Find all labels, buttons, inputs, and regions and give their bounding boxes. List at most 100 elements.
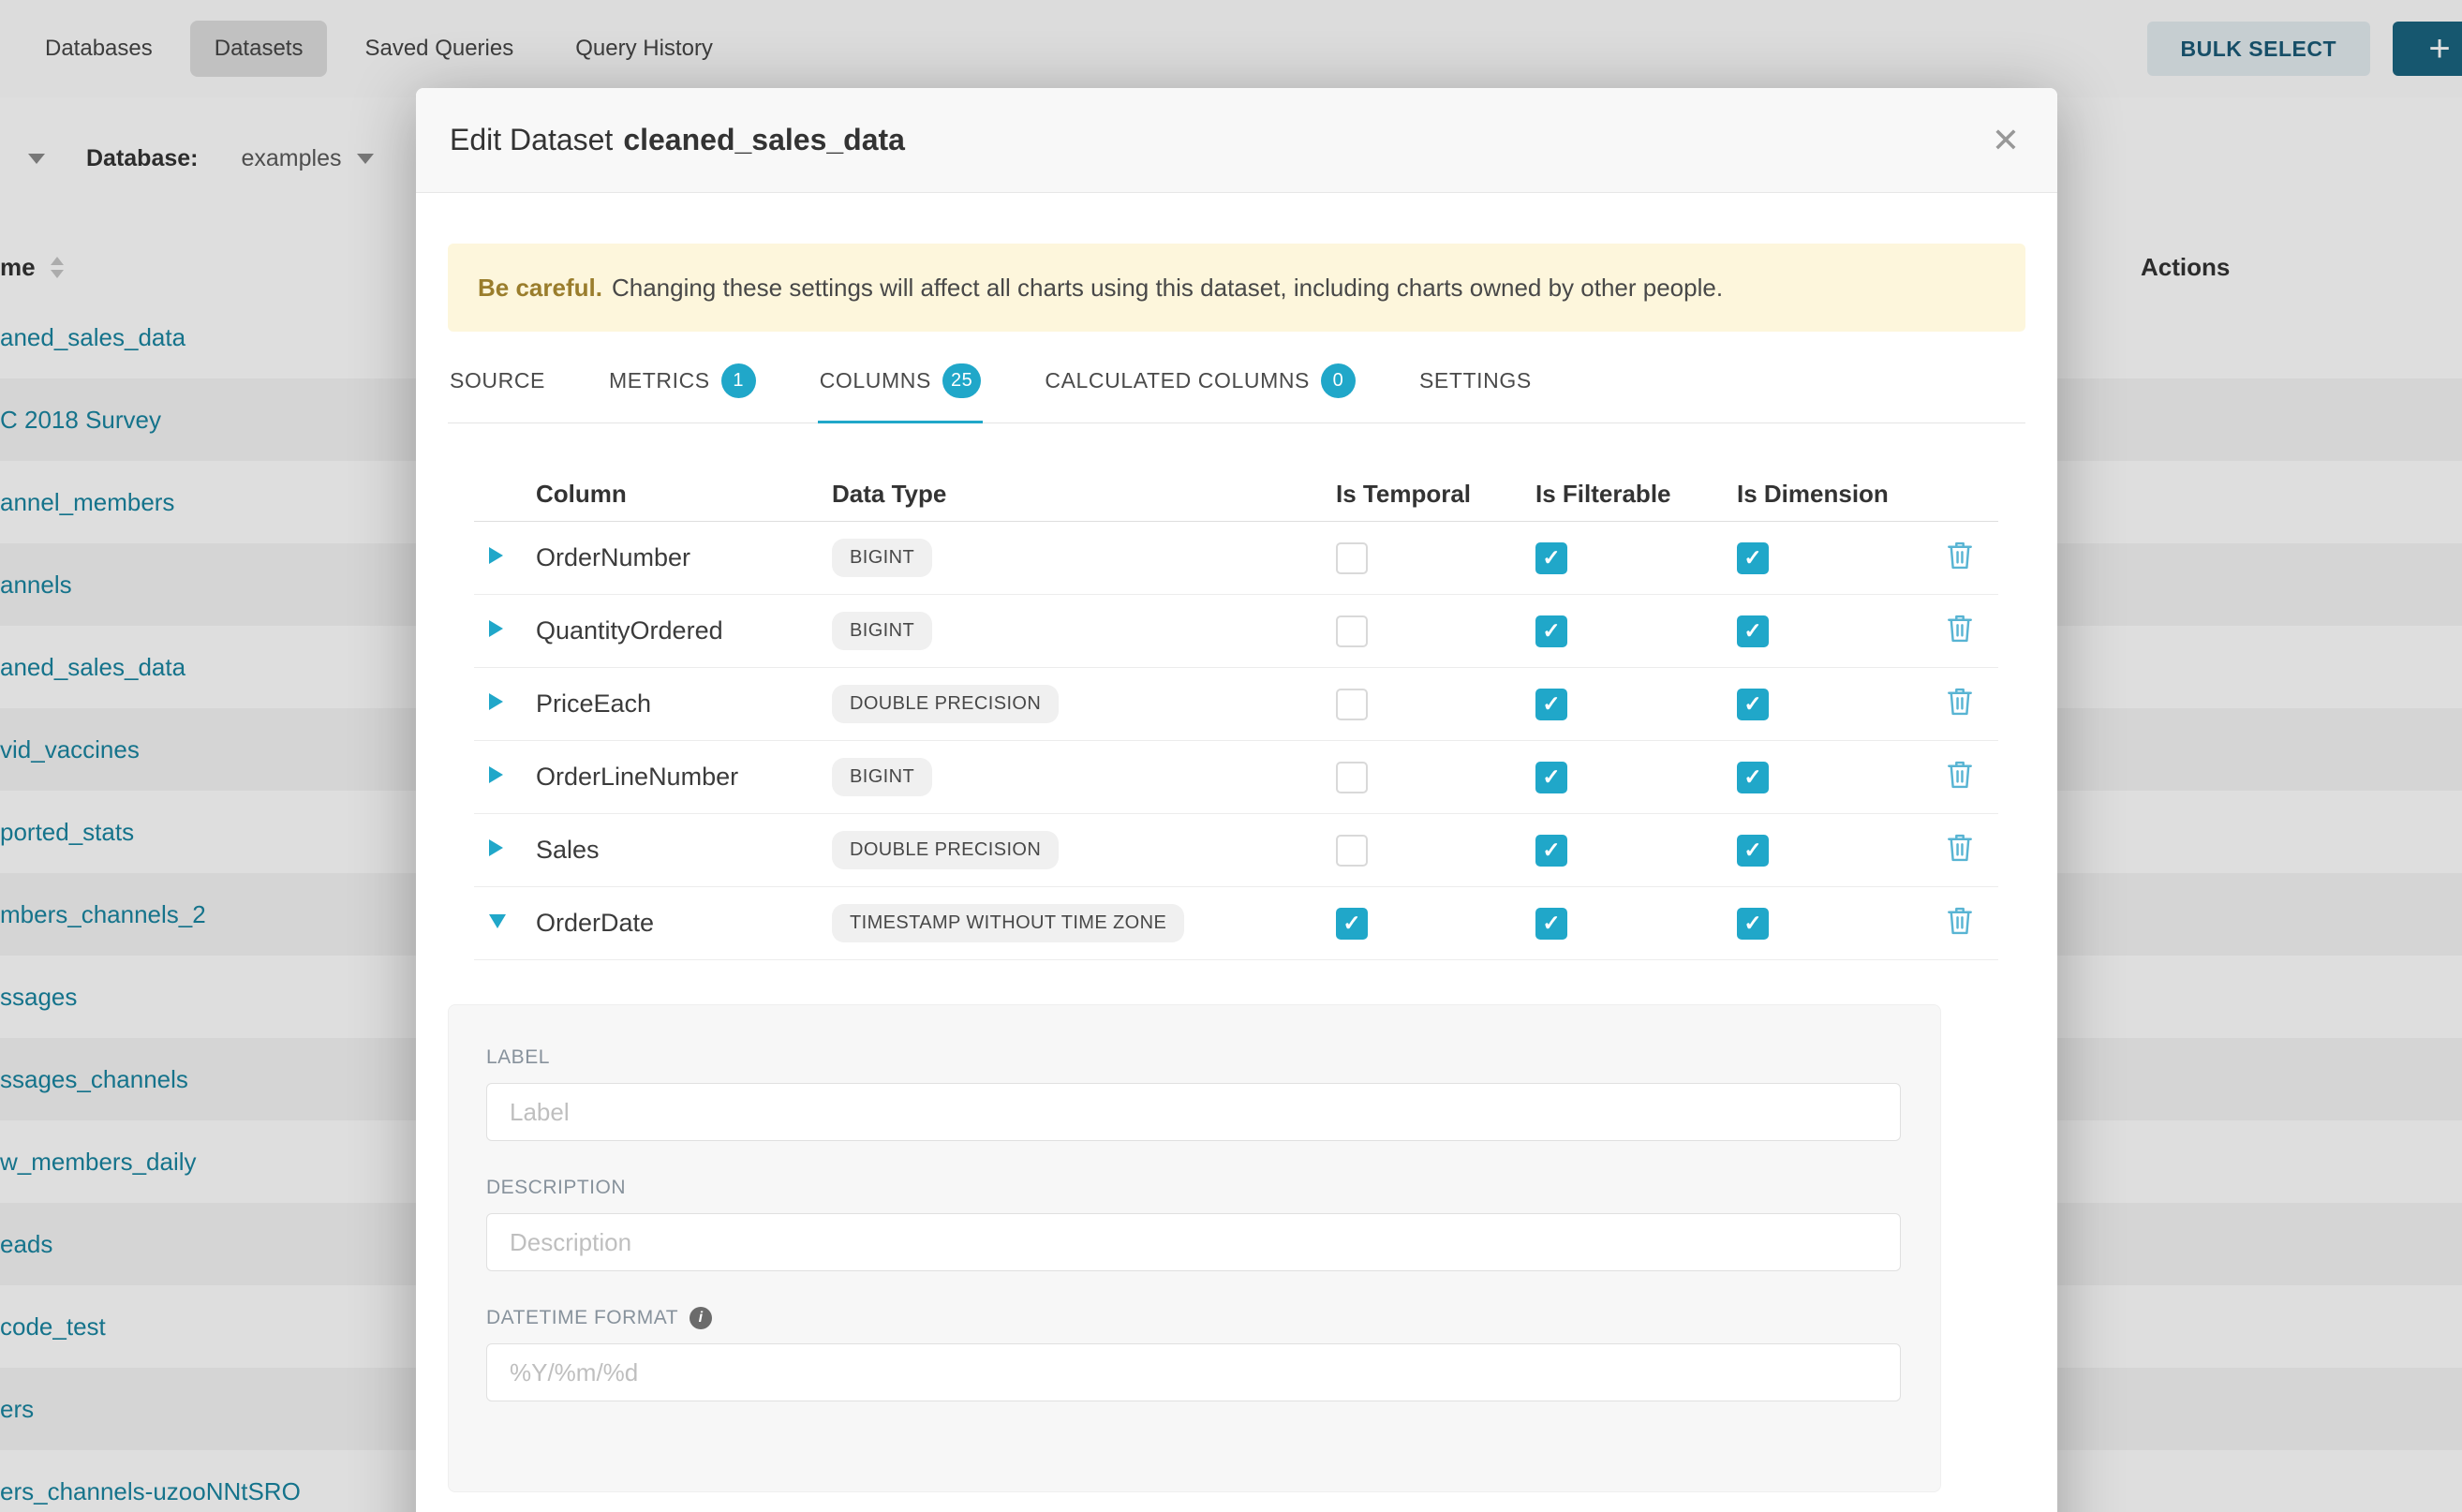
datetime-format-field: DATETIME FORMAT i [486,1307,1901,1401]
tab-calculated-columns[interactable]: CALCULATED COLUMNS 0 [1043,358,1357,423]
is-filterable-checkbox[interactable]: ✓ [1535,835,1567,867]
label-input[interactable] [486,1083,1901,1141]
check-icon: ✓ [1743,839,1761,861]
is-filterable-checkbox[interactable]: ✓ [1535,542,1567,574]
description-field-label: DESCRIPTION [486,1177,1901,1199]
column-row: OrderNumber BIGINT ✓ ✓ ✓ [474,522,1998,595]
modal-body: Be careful. Changing these settings will… [416,244,2057,1492]
delete-column-button[interactable] [1946,906,1974,936]
check-icon: ✓ [1542,912,1560,934]
metrics-count-badge: 1 [721,363,756,398]
expand-caret-icon[interactable] [489,766,503,783]
is-temporal-checkbox[interactable]: ✓ [1336,615,1368,647]
is-dimension-checkbox[interactable]: ✓ [1737,689,1769,720]
is-dimension-checkbox[interactable]: ✓ [1737,908,1769,940]
column-name: OrderDate [536,909,832,938]
modal-header: Edit Dataset cleaned_sales_data ✕ [416,88,2057,193]
column-row: Sales DOUBLE PRECISION ✓ ✓ ✓ [474,814,1998,887]
close-icon[interactable]: ✕ [1992,124,2020,157]
modal-title-dataset-name: cleaned_sales_data [623,123,905,156]
tab-columns[interactable]: COLUMNS 25 [818,358,984,423]
modal-title: Edit Dataset cleaned_sales_data [450,123,905,157]
expand-caret-icon[interactable] [489,547,503,564]
check-icon: ✓ [1743,547,1761,569]
data-type-pill: BIGINT [832,612,932,650]
expand-caret-icon[interactable] [489,620,503,637]
is-filterable-checkbox[interactable]: ✓ [1535,762,1567,793]
check-icon: ✓ [1542,766,1560,788]
calculated-columns-count-badge: 0 [1321,363,1356,398]
check-icon: ✓ [1542,839,1560,861]
column-row: QuantityOrdered BIGINT ✓ ✓ ✓ [474,595,1998,668]
is-filterable-checkbox[interactable]: ✓ [1535,615,1567,647]
check-icon: ✓ [1743,693,1761,715]
check-icon: ✓ [1542,547,1560,569]
warning-banner: Be careful. Changing these settings will… [448,244,2025,332]
label-field: LABEL [486,1046,1901,1141]
datetime-format-field-label: DATETIME FORMAT i [486,1307,1901,1329]
info-icon[interactable]: i [690,1307,712,1329]
is-dimension-checkbox[interactable]: ✓ [1737,762,1769,793]
data-type-pill: BIGINT [832,758,932,796]
description-field: DESCRIPTION [486,1177,1901,1271]
is-temporal-checkbox[interactable]: ✓ [1336,762,1368,793]
description-input[interactable] [486,1213,1901,1271]
column-row: PriceEach DOUBLE PRECISION ✓ ✓ ✓ [474,668,1998,741]
is-temporal-checkbox[interactable]: ✓ [1336,542,1368,574]
tab-label: SETTINGS [1419,368,1532,393]
data-type-pill: DOUBLE PRECISION [832,685,1059,723]
delete-column-button[interactable] [1946,614,1974,644]
is-temporal-checkbox[interactable]: ✓ [1336,908,1368,940]
delete-column-button[interactable] [1946,687,1974,717]
tab-label: COLUMNS [820,368,931,393]
tab-metrics[interactable]: METRICS 1 [607,358,758,423]
column-row: OrderDate TIMESTAMP WITHOUT TIME ZONE ✓ … [474,887,1998,960]
column-name: QuantityOrdered [536,616,832,645]
header-is-filterable: Is Filterable [1535,480,1737,509]
modal-title-prefix: Edit Dataset [450,123,613,156]
datetime-format-label-text: DATETIME FORMAT [486,1307,678,1329]
delete-column-button[interactable] [1946,760,1974,790]
check-icon: ✓ [1743,912,1761,934]
column-row: OrderLineNumber BIGINT ✓ ✓ ✓ [474,741,1998,814]
is-dimension-checkbox[interactable]: ✓ [1737,615,1769,647]
delete-column-button[interactable] [1946,833,1974,863]
columns-count-badge: 25 [942,363,981,398]
is-temporal-checkbox[interactable]: ✓ [1336,689,1368,720]
tab-label: SOURCE [450,368,545,393]
delete-column-button[interactable] [1946,541,1974,571]
data-type-pill: DOUBLE PRECISION [832,831,1059,869]
label-field-label: LABEL [486,1046,1901,1069]
tab-source[interactable]: SOURCE [448,358,547,423]
column-name: PriceEach [536,689,832,719]
is-dimension-checkbox[interactable]: ✓ [1737,835,1769,867]
check-icon: ✓ [1542,693,1560,715]
column-name: OrderLineNumber [536,763,832,792]
datetime-format-input[interactable] [486,1343,1901,1401]
is-filterable-checkbox[interactable]: ✓ [1535,689,1567,720]
tab-label: METRICS [609,368,710,393]
columns-table: Column Data Type Is Temporal Is Filterab… [474,467,1998,960]
columns-table-header: Column Data Type Is Temporal Is Filterab… [474,467,1998,522]
modal-tabs: SOURCE METRICS 1 COLUMNS 25 CALCULATED C… [448,358,2025,423]
tab-label: CALCULATED COLUMNS [1045,368,1310,393]
header-is-dimension: Is Dimension [1737,480,1938,509]
expand-caret-icon[interactable] [489,693,503,710]
check-icon: ✓ [1542,620,1560,642]
data-type-pill: BIGINT [832,539,932,577]
column-name: Sales [536,836,832,865]
check-icon: ✓ [1743,766,1761,788]
expand-caret-icon[interactable] [489,914,506,928]
header-column: Column [536,480,832,509]
column-name: OrderNumber [536,543,832,572]
expand-caret-icon[interactable] [489,839,503,856]
header-is-temporal: Is Temporal [1336,480,1535,509]
is-dimension-checkbox[interactable]: ✓ [1737,542,1769,574]
warning-text: Changing these settings will affect all … [612,274,1723,303]
is-filterable-checkbox[interactable]: ✓ [1535,908,1567,940]
tab-settings[interactable]: SETTINGS [1417,358,1534,423]
is-temporal-checkbox[interactable]: ✓ [1336,835,1368,867]
columns-table-body: OrderNumber BIGINT ✓ ✓ ✓ [474,522,1998,960]
check-icon: ✓ [1342,912,1360,934]
column-detail-panel: LABEL DESCRIPTION DATETIME FORMAT i [448,1004,1941,1492]
